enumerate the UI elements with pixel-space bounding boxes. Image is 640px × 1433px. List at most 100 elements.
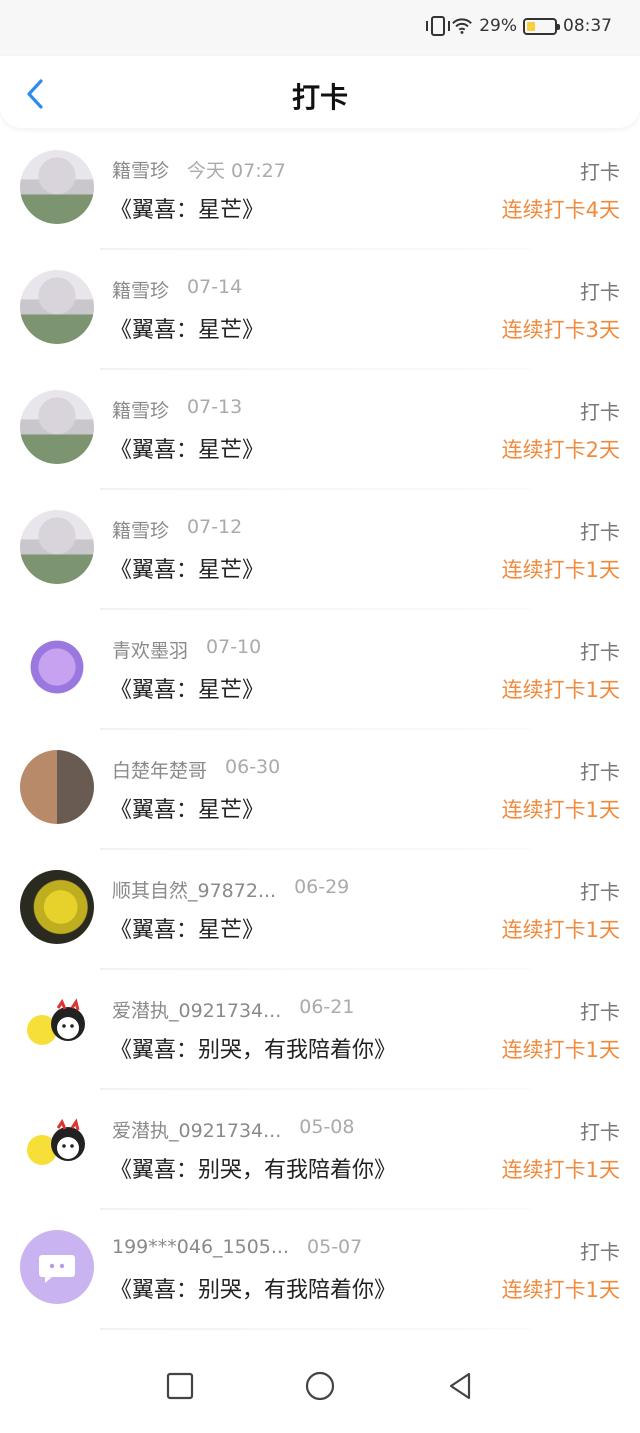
streak-label: 连续打卡1天 xyxy=(501,558,620,582)
streak-label: 连续打卡1天 xyxy=(501,918,620,942)
avatar[interactable] xyxy=(20,990,94,1064)
item-meta: 白楚年楚哥 06-30 xyxy=(112,756,280,783)
checkin-date: 06-21 xyxy=(299,996,355,1018)
battery-percent: 29% xyxy=(479,16,517,36)
item-meta: 籍雪珍 今天 07:27 xyxy=(112,156,286,183)
item-meta: 青欢墨羽 07-10 xyxy=(112,636,261,663)
action-label: 打卡 xyxy=(580,520,620,544)
user-name[interactable]: 顺其自然_97872... xyxy=(112,876,276,903)
streak-label: 连续打卡1天 xyxy=(501,1278,620,1302)
app-header: 打卡 xyxy=(0,56,640,128)
user-name[interactable]: 籍雪珍 xyxy=(112,276,169,303)
row-divider xyxy=(100,1328,530,1330)
avatar[interactable] xyxy=(20,750,94,824)
book-title[interactable]: 《翼喜：星芒》 xyxy=(110,792,264,824)
item-meta: 籍雪珍 07-14 xyxy=(112,276,242,303)
user-name[interactable]: 籍雪珍 xyxy=(112,396,169,423)
list-item[interactable]: 青欢墨羽 07-10 《翼喜：星芒》 打卡连续打卡1天 xyxy=(0,610,640,730)
user-name[interactable]: 白楚年楚哥 xyxy=(112,756,207,783)
item-meta: 爱潜执_0921734... 05-08 xyxy=(112,1116,354,1143)
list-item[interactable]: 白楚年楚哥 06-30 《翼喜：星芒》 打卡 连续打卡1天 xyxy=(0,730,640,850)
item-meta: 顺其自然_97872... 06-29 xyxy=(112,876,349,903)
checkin-date: 06-29 xyxy=(294,876,350,898)
action-label: 打卡 xyxy=(580,280,620,304)
user-name[interactable]: 籍雪珍 xyxy=(112,516,169,543)
triangle-back-icon xyxy=(449,1372,471,1400)
checkin-date: 07-10 xyxy=(206,636,262,658)
cartoon-icon xyxy=(27,1118,85,1165)
streak-label: 连续打卡2天 xyxy=(501,438,620,462)
home-button[interactable] xyxy=(300,1366,340,1406)
action-label: 打卡 xyxy=(580,1120,620,1144)
list-item[interactable]: 顺其自然_97872... 06-29 《翼喜：星芒》 打卡连续打卡1天 xyxy=(0,850,640,970)
action-label: 打卡 xyxy=(580,640,620,664)
action-label: 打卡 xyxy=(580,760,620,784)
wifi-icon xyxy=(452,18,473,34)
list-item[interactable]: 籍雪珍 07-13 《翼喜：星芒》 打卡连续打卡2天 xyxy=(0,370,640,490)
book-title[interactable]: 《翼喜：星芒》 xyxy=(110,552,264,584)
checkin-list: 籍雪珍 今天 07:27 《翼喜：星芒》 打卡 连续打卡4天 籍雪珍 07-14 《翼喜：星芒… xyxy=(0,130,640,1330)
checkin-date: 07-13 xyxy=(187,396,243,418)
avatar[interactable] xyxy=(20,870,94,944)
avatar[interactable] xyxy=(20,1230,94,1304)
checkin-date: 今天 07:27 xyxy=(187,160,286,182)
streak-label: 连续打卡1天 xyxy=(501,1038,620,1062)
list-item[interactable]: 籍雪珍 07-12 《翼喜：星芒》 打卡连续打卡1天 xyxy=(0,490,640,610)
item-meta: 籍雪珍 07-12 xyxy=(112,516,242,543)
avatar[interactable] xyxy=(20,1110,94,1184)
nav-back-button[interactable] xyxy=(440,1366,480,1406)
cartoon-icon xyxy=(27,998,85,1045)
checkin-date: 07-12 xyxy=(187,516,243,538)
action-label: 打卡 xyxy=(580,400,620,424)
user-name[interactable]: 爱潜执_0921734... xyxy=(112,996,281,1023)
action-label: 打卡 xyxy=(580,880,620,904)
vibrate-icon xyxy=(426,16,451,36)
checkin-date: 05-08 xyxy=(299,1116,355,1138)
action-label: 打卡 xyxy=(580,1240,620,1264)
streak-label: 连续打卡3天 xyxy=(501,318,620,342)
book-title[interactable]: 《翼喜：别哭，有我陪着你》 xyxy=(110,1032,396,1064)
book-title[interactable]: 《翼喜：别哭，有我陪着你》 xyxy=(110,1272,396,1304)
user-name[interactable]: 籍雪珍 xyxy=(112,156,169,183)
user-name[interactable]: 爱潜执_0921734... xyxy=(112,1116,281,1143)
book-title[interactable]: 《翼喜：星芒》 xyxy=(110,312,264,344)
chat-bubble-icon xyxy=(39,1255,75,1283)
status-icons: 29% 08:37 xyxy=(426,16,612,36)
avatar[interactable] xyxy=(20,270,94,344)
list-item[interactable]: 籍雪珍 今天 07:27 《翼喜：星芒》 打卡连续打卡4天 xyxy=(0,130,640,250)
list-item[interactable]: 爱潜执_0921734... 05-08 《翼喜：别哭，有我陪着你》 打卡连续打卡1天 xyxy=(0,1090,640,1210)
battery-icon xyxy=(523,17,560,35)
streak-label: 连续打卡4天 xyxy=(501,198,620,222)
system-nav-bar xyxy=(0,1339,640,1433)
checkin-date: 05-07 xyxy=(307,1236,363,1258)
streak-label: 连续打卡1天 xyxy=(501,1158,620,1182)
book-title[interactable]: 《翼喜：星芒》 xyxy=(110,432,264,464)
list-item[interactable]: 199***046_1505... 05-07 《翼喜：别哭，有我陪着你》 打卡连续打… xyxy=(0,1210,640,1330)
avatar[interactable] xyxy=(20,150,94,224)
avatar[interactable] xyxy=(20,510,94,584)
recent-apps-button[interactable] xyxy=(160,1366,200,1406)
avatar[interactable] xyxy=(20,390,94,464)
list-item[interactable]: 籍雪珍 07-14 《翼喜：星芒》 打卡连续打卡3天 xyxy=(0,250,640,370)
circle-icon xyxy=(305,1371,335,1401)
user-name[interactable]: 青欢墨羽 xyxy=(112,636,188,663)
streak-label: 连续打卡1天 xyxy=(501,678,620,702)
book-title[interactable]: 《翼喜：别哭，有我陪着你》 xyxy=(110,1152,396,1184)
book-title[interactable]: 《翼喜：星芒》 xyxy=(110,192,264,224)
page-title: 打卡 xyxy=(291,81,348,114)
list-item[interactable]: 爱潜执_0921734... 06-21 《翼喜：别哭，有我陪着你》 打卡连续打卡1天 xyxy=(0,970,640,1090)
item-meta: 爱潜执_0921734... 06-21 xyxy=(112,996,354,1023)
item-meta: 籍雪珍 07-13 xyxy=(112,396,242,423)
checkin-date: 07-14 xyxy=(187,276,243,298)
action-label: 打卡 xyxy=(580,160,620,184)
status-bar: 29% 08:37 xyxy=(0,0,640,56)
square-icon xyxy=(166,1372,194,1400)
checkin-date: 06-30 xyxy=(225,756,281,778)
book-title[interactable]: 《翼喜：星芒》 xyxy=(110,672,264,704)
book-title[interactable]: 《翼喜：星芒》 xyxy=(110,912,264,944)
avatar[interactable] xyxy=(20,630,94,704)
action-label: 打卡 xyxy=(580,1000,620,1024)
user-name[interactable]: 199***046_1505... xyxy=(112,1236,289,1258)
clock: 08:37 xyxy=(563,16,612,36)
item-meta: 199***046_1505... 05-07 xyxy=(112,1236,362,1258)
